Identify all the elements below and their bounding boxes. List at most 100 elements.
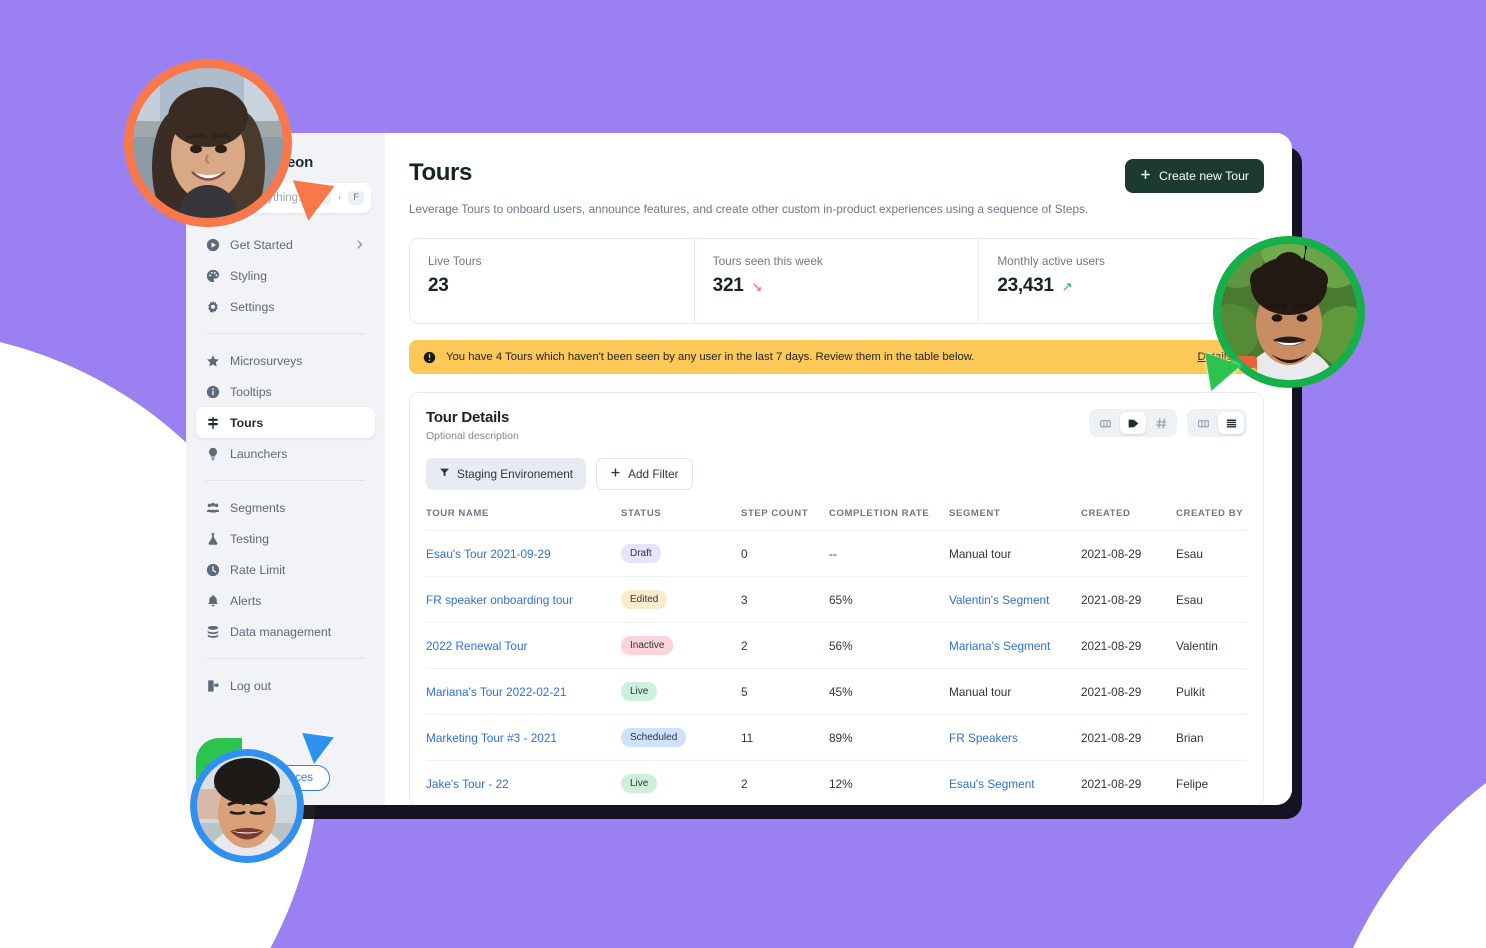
filter-label: Staging Environement xyxy=(457,467,574,481)
completion-rate-value: 45% xyxy=(829,684,853,699)
filter-staging-environment[interactable]: Staging Environement xyxy=(426,458,587,490)
stat-card-tours-seen-this-week: Tours seen this week 321 ↘ xyxy=(695,239,980,323)
cell-step-count: 3 xyxy=(741,576,829,623)
tour-name-link[interactable]: Jake's Tour - 22 xyxy=(426,777,509,791)
cell-step-count: 0 xyxy=(741,530,829,577)
table-row[interactable]: Mariana's Tour 2022-02-21 Live 5 45% Manual … xyxy=(426,668,1247,715)
tours-table: TOUR NAME STATUS STEP COUNT COMPLETION R… xyxy=(426,508,1247,805)
cell-completion-rate: -- xyxy=(829,530,949,577)
segment-link[interactable]: Mariana's Segment xyxy=(949,639,1050,653)
people-icon xyxy=(206,501,220,515)
nav-group-experiences: Microsurveys Tooltips Tours Launchers xyxy=(186,343,385,471)
table-row[interactable]: Jake's Tour - 22 Live 2 12% Esau's Segment 20… xyxy=(426,760,1247,805)
table-row[interactable]: Esau's Tour 2021-09-29 Draft 0 -- Manual tou… xyxy=(426,530,1247,577)
column-header-tour-name[interactable]: TOUR NAME xyxy=(426,508,621,531)
trend-down-icon: ↘ xyxy=(751,278,763,294)
sidebar-item-data-management[interactable]: Data management xyxy=(196,616,375,647)
tour-name-link[interactable]: Esau's Tour 2021-09-29 xyxy=(426,547,551,561)
tour-name-link[interactable]: FR speaker onboarding tour xyxy=(426,593,573,607)
plus-icon xyxy=(1140,169,1151,183)
cell-completion-rate: 56% xyxy=(829,622,949,669)
created-date-value: 2021-08-29 xyxy=(1081,638,1142,653)
main-content: Tours Create new Tour Leverage Tours to … xyxy=(385,133,1292,805)
cell-created-by: Brian xyxy=(1176,714,1247,761)
tour-signpost-icon xyxy=(206,416,220,430)
table-row[interactable]: Marketing Tour #3 - 2021 Scheduled 11 89% FR… xyxy=(426,714,1247,761)
cell-created: 2021-08-29 xyxy=(1081,714,1176,761)
page-header: Tours Create new Tour xyxy=(409,159,1264,193)
segment-value: Manual tour xyxy=(949,546,1012,561)
completion-rate-value: 12% xyxy=(829,776,853,791)
sidebar-item-styling[interactable]: Styling xyxy=(196,260,375,291)
sidebar-item-tooltips[interactable]: Tooltips xyxy=(196,376,375,407)
stat-value-row: 23,431 ↗ xyxy=(997,275,1245,297)
sidebar-divider-1 xyxy=(206,333,365,334)
create-new-tour-label: Create new Tour xyxy=(1159,169,1249,183)
nav-group-data: Segments Testing Rate Limit Alerts Data … xyxy=(186,490,385,649)
sidebar-item-tours[interactable]: Tours xyxy=(196,407,375,438)
hash-icon[interactable] xyxy=(1148,412,1174,434)
stat-value-row: 321 ↘ xyxy=(713,275,961,297)
columns-icon[interactable] xyxy=(1092,412,1118,434)
cell-status: Edited xyxy=(621,576,741,623)
sidebar-divider-3 xyxy=(206,658,365,659)
toggle-group-display xyxy=(1089,409,1177,437)
cell-step-count: 5 xyxy=(741,668,829,715)
cell-created-by: Felipe xyxy=(1176,760,1247,805)
avatar-orange-photo xyxy=(124,59,292,227)
sidebar-item-microsurveys[interactable]: Microsurveys xyxy=(196,345,375,376)
created-date-value: 2021-08-29 xyxy=(1081,592,1142,607)
cell-created: 2021-08-29 xyxy=(1081,668,1176,715)
column-header-status[interactable]: STATUS xyxy=(621,508,741,531)
segment-link[interactable]: FR Speakers xyxy=(949,731,1018,745)
cell-status: Live xyxy=(621,668,741,715)
nav-group-account: Log out xyxy=(186,668,385,703)
list-rows-icon[interactable] xyxy=(1218,412,1244,434)
table-row[interactable]: 2022 Renewal Tour Inactive 2 56% Mariana's S… xyxy=(426,622,1247,669)
add-filter-button[interactable]: Add Filter xyxy=(596,458,693,490)
chevron-right-icon xyxy=(354,239,365,250)
cell-status: Draft xyxy=(621,530,741,577)
status-badge: Draft xyxy=(621,544,661,563)
status-badge: Edited xyxy=(621,590,668,609)
panel-header: Tour Details Optional description xyxy=(426,409,1247,442)
sidebar-item-launchers[interactable]: Launchers xyxy=(196,438,375,469)
cell-step-count: 11 xyxy=(741,714,829,761)
tour-name-link[interactable]: Marketing Tour #3 - 2021 xyxy=(426,731,557,745)
search-shortcut-letter: F xyxy=(348,191,364,205)
column-header-step-count[interactable]: STEP COUNT xyxy=(741,508,829,531)
sidebar-item-testing[interactable]: Testing xyxy=(196,523,375,554)
add-filter-label: Add Filter xyxy=(628,467,679,481)
sidebar-item-log-out[interactable]: Log out xyxy=(196,670,375,701)
sidebar-label: Get Started xyxy=(230,237,293,252)
cell-completion-rate: 89% xyxy=(829,714,949,761)
logout-icon xyxy=(206,679,220,693)
sidebar-item-rate-limit[interactable]: Rate Limit xyxy=(196,554,375,585)
sidebar-item-alerts[interactable]: Alerts xyxy=(196,585,375,616)
created-by-value: Esau xyxy=(1176,592,1203,607)
sidebar-item-settings[interactable]: Settings xyxy=(196,291,375,322)
columns-icon[interactable] xyxy=(1190,412,1216,434)
sidebar-item-get-started[interactable]: Get Started xyxy=(196,229,375,260)
column-header-created[interactable]: CREATED xyxy=(1081,508,1176,531)
clock-icon xyxy=(206,563,220,577)
gear-icon xyxy=(206,300,220,314)
segment-link[interactable]: Valentin's Segment xyxy=(949,593,1049,607)
sidebar-item-segments[interactable]: Segments xyxy=(196,492,375,523)
cell-segment: Valentin's Segment xyxy=(949,576,1081,623)
stat-card-live-tours: Live Tours 23 xyxy=(410,239,695,323)
status-badge: Live xyxy=(621,774,658,793)
tour-name-link[interactable]: 2022 Renewal Tour xyxy=(426,639,527,653)
cell-created-by: Esau xyxy=(1176,576,1247,623)
tag-icon[interactable] xyxy=(1120,412,1146,434)
table-row[interactable]: FR speaker onboarding tour Edited 3 65% Vale… xyxy=(426,576,1247,623)
avatar-orange xyxy=(124,59,292,227)
column-header-segment[interactable]: SEGMENT xyxy=(949,508,1081,531)
stat-value-row: 23 xyxy=(428,275,676,297)
column-header-completion-rate[interactable]: COMPLETION RATE xyxy=(829,508,949,531)
create-new-tour-button[interactable]: Create new Tour xyxy=(1125,159,1264,193)
stat-value: 23 xyxy=(428,275,449,296)
tour-name-link[interactable]: Mariana's Tour 2022-02-21 xyxy=(426,685,566,699)
segment-link[interactable]: Esau's Segment xyxy=(949,777,1035,791)
column-header-created-by[interactable]: CREATED BY xyxy=(1176,508,1247,531)
